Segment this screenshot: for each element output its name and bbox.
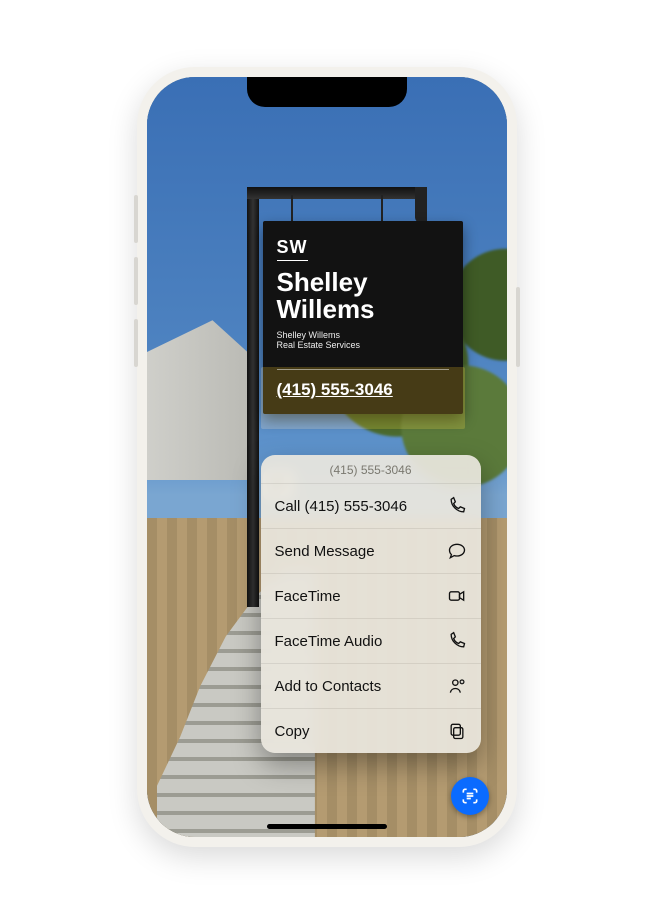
sign-name-line1: Shelley bbox=[277, 267, 368, 297]
menu-item-label: Add to Contacts bbox=[275, 678, 382, 695]
phone-frame: SW Shelley Willems Shelley Willems Real … bbox=[137, 67, 517, 847]
phone-screen: SW Shelley Willems Shelley Willems Real … bbox=[147, 77, 507, 837]
phone-icon bbox=[447, 496, 467, 516]
sign-logo: SW bbox=[277, 237, 308, 261]
add-contact-icon bbox=[447, 676, 467, 696]
menu-item-label: Copy bbox=[275, 723, 310, 740]
menu-item-label: FaceTime bbox=[275, 588, 341, 605]
copy-icon bbox=[447, 721, 467, 741]
video-icon bbox=[447, 586, 467, 606]
menu-item-call[interactable]: Call (415) 555-3046 bbox=[261, 484, 481, 529]
live-text-button[interactable] bbox=[451, 777, 489, 815]
phone-context-menu: (415) 555-3046 Call (415) 555-3046 Send … bbox=[261, 455, 481, 753]
text-selection-highlight bbox=[261, 367, 465, 429]
menu-item-copy[interactable]: Copy bbox=[261, 709, 481, 753]
notch bbox=[247, 77, 407, 107]
message-icon bbox=[447, 541, 467, 561]
context-menu-title: (415) 555-3046 bbox=[261, 455, 481, 484]
sign-name-line2: Willems bbox=[277, 294, 375, 324]
scene-signhanger bbox=[277, 195, 397, 221]
menu-item-facetime-audio[interactable]: FaceTime Audio bbox=[261, 619, 481, 664]
sign-name: Shelley Willems bbox=[277, 269, 449, 324]
menu-item-label: FaceTime Audio bbox=[275, 633, 383, 650]
scene-building bbox=[147, 320, 257, 480]
home-indicator[interactable] bbox=[267, 824, 387, 829]
sign-sub-line1: Shelley Willems bbox=[277, 330, 341, 340]
scene-signpost bbox=[247, 187, 259, 607]
menu-item-send-message[interactable]: Send Message bbox=[261, 529, 481, 574]
menu-item-add-to-contacts[interactable]: Add to Contacts bbox=[261, 664, 481, 709]
menu-item-label: Send Message bbox=[275, 543, 375, 560]
sign-subtitle: Shelley Willems Real Estate Services bbox=[277, 330, 449, 352]
live-text-icon bbox=[460, 786, 480, 806]
menu-item-label: Call (415) 555-3046 bbox=[275, 498, 408, 515]
sign-sub-line2: Real Estate Services bbox=[277, 340, 361, 350]
menu-item-facetime[interactable]: FaceTime bbox=[261, 574, 481, 619]
phone-icon bbox=[447, 631, 467, 651]
